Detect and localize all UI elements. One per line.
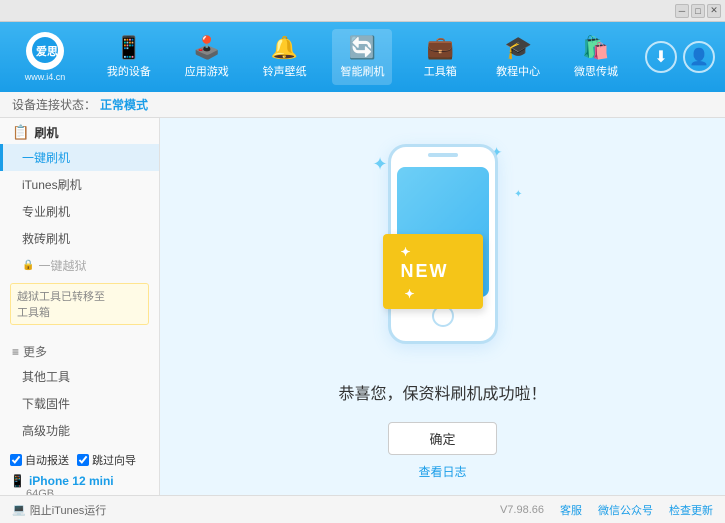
footer: 💻 阻止iTunes运行 V7.98.66 客服 微信公众号 检查更新 [0,495,725,523]
status-value: 正常模式 [100,96,148,113]
smart-shop-label: 智能刷机 [340,63,384,79]
device-name: 📱 iPhone 12 mini [10,474,149,488]
wechat-public-link[interactable]: 微信公众号 [598,502,653,518]
footer-left: 💻 阻止iTunes运行 [12,502,106,518]
nav-my-device[interactable]: 📱 我的设备 [99,29,159,85]
tutorials-label: 教程中心 [496,63,540,79]
flash-section-icon: 📋 [12,124,29,141]
logo-icon: 爱思 [31,36,59,67]
new-badge-text: NEW [401,261,449,281]
header-right: ⬇ 👤 [645,41,715,73]
nav-ringtones[interactable]: 🔔 铃声壁纸 [255,29,315,85]
advanced-label: 高级功能 [22,424,70,438]
sidebar-item-itunes-flash[interactable]: iTunes刷机 [0,171,159,198]
apps-games-icon: 🕹️ [193,35,220,61]
footer-right: V7.98.66 客服 微信公众号 检查更新 [500,502,713,518]
phone-illustration: ✦ ✦ ✦ NEW [343,134,543,364]
flash-section-label: 刷机 [34,124,58,141]
version-text: V7.98.66 [500,504,544,516]
auto-report-checkbox[interactable] [10,454,22,466]
sidebar-item-other-tools[interactable]: 其他工具 [0,363,159,390]
wechat-mall-icon: 🛍️ [582,35,609,61]
auto-report-label: 自动报送 [25,452,69,468]
apps-games-label: 应用游戏 [185,63,229,79]
sidebar-item-jailbreak: 🔒 一键越狱 [0,252,159,279]
maximize-btn[interactable]: □ [691,4,705,18]
sidebar-item-advanced[interactable]: 高级功能 [0,417,159,444]
device-info: 📱 iPhone 12 mini 64GB Down-12mini-13,1 [10,474,149,495]
more-label: 更多 [23,343,47,360]
my-device-label: 我的设备 [107,63,151,79]
sidebar-item-pro-flash[interactable]: 专业刷机 [0,198,159,225]
title-bar: ─ □ ✕ [0,0,725,22]
close-btn[interactable]: ✕ [707,4,721,18]
svg-text:爱思: 爱思 [36,45,58,58]
user-btn[interactable]: 👤 [683,41,715,73]
wechat-mall-label: 微思传城 [574,63,618,79]
sparkle-3: ✦ [514,189,522,200]
jailbreak-note-text: 越狱工具已转移至工具箱 [17,291,105,319]
jailbreak-note: 越狱工具已转移至工具箱 [10,283,149,325]
device-name-text: iPhone 12 mini [29,474,114,488]
onekey-flash-label: 一键刷机 [22,151,70,165]
logo-circle: 爱思 [26,32,64,70]
sparkle-1: ✦ [373,154,388,175]
jailbreak-label: 一键越狱 [38,257,86,274]
device-icon: 📱 [10,474,25,488]
main-layout: 📋 刷机 一键刷机 iTunes刷机 专业刷机 救砖刷机 🔒 一键越狱 越狱工具… [0,118,725,495]
ringtones-icon: 🔔 [271,35,298,61]
main-content: ✦ ✦ ✦ NEW 恭喜您，保资料刷机成功啦！ 确定 查看日志 [160,118,725,495]
skip-guide-checkbox[interactable] [77,454,89,466]
check-update-link[interactable]: 检查更新 [669,502,713,518]
auto-report-checkbox-label[interactable]: 自动报送 [10,452,69,468]
sidebar-section-flash: 📋 刷机 [0,118,159,144]
customer-service-link[interactable]: 客服 [560,502,582,518]
success-text: 恭喜您，保资料刷机成功啦！ [338,380,546,404]
ringtones-label: 铃声壁纸 [263,63,307,79]
confirm-button[interactable]: 确定 [388,422,496,455]
logo-area: 爱思 www.i4.cn [10,32,80,82]
new-badge: NEW [383,234,483,309]
my-device-icon: 📱 [115,35,142,61]
tutorials-icon: 🎓 [504,35,531,61]
sidebar-item-download-firmware[interactable]: 下载固件 [0,390,159,417]
status-bar: 设备连接状态： 正常模式 [0,92,725,118]
brick-flash-label: 救砖刷机 [22,232,70,246]
sidebar-item-onekey-flash[interactable]: 一键刷机 [0,144,159,171]
device-checkbox-row: 自动报送 跳过向导 [10,452,149,468]
more-icon: ≡ [12,345,19,359]
lock-icon: 🔒 [22,260,34,271]
itunes-block-label[interactable]: 阻止iTunes运行 [30,502,107,518]
sidebar: 📋 刷机 一键刷机 iTunes刷机 专业刷机 救砖刷机 🔒 一键越狱 越狱工具… [0,118,160,495]
sidebar-item-brick-flash[interactable]: 救砖刷机 [0,225,159,252]
other-tools-label: 其他工具 [22,370,70,384]
nav-wechat-mall[interactable]: 🛍️ 微思传城 [566,29,626,85]
retry-link[interactable]: 查看日志 [418,463,466,480]
sidebar-footer: 自动报送 跳过向导 📱 iPhone 12 mini 64GB Down-12m… [0,444,159,495]
toolbox-label: 工具箱 [424,63,457,79]
nav-toolbox[interactable]: 💼 工具箱 [410,29,470,85]
smart-shop-icon: 🔄 [349,35,376,61]
skip-guide-label: 跳过向导 [92,452,136,468]
itunes-block-icon: 💻 [12,503,26,516]
nav-smart-shop[interactable]: 🔄 智能刷机 [332,29,392,85]
minimize-btn[interactable]: ─ [675,4,689,18]
nav-tutorials[interactable]: 🎓 教程中心 [488,29,548,85]
pro-flash-label: 专业刷机 [22,205,70,219]
nav-apps-games[interactable]: 🕹️ 应用游戏 [177,29,237,85]
logo-url: www.i4.cn [25,72,66,82]
device-storage: 64GB [26,488,149,495]
itunes-flash-label: iTunes刷机 [22,178,82,192]
download-firmware-label: 下载固件 [22,397,70,411]
skip-guide-checkbox-label[interactable]: 跳过向导 [77,452,136,468]
nav-bar: 📱 我的设备 🕹️ 应用游戏 🔔 铃声壁纸 🔄 智能刷机 💼 工具箱 🎓 教程中… [90,29,635,85]
toolbox-icon: 💼 [427,35,454,61]
sidebar-more-header: ≡ 更多 [0,337,159,363]
status-label: 设备连接状态： [12,96,96,113]
header: 爱思 www.i4.cn 📱 我的设备 🕹️ 应用游戏 🔔 铃声壁纸 🔄 智能刷… [0,22,725,92]
download-btn[interactable]: ⬇ [645,41,677,73]
